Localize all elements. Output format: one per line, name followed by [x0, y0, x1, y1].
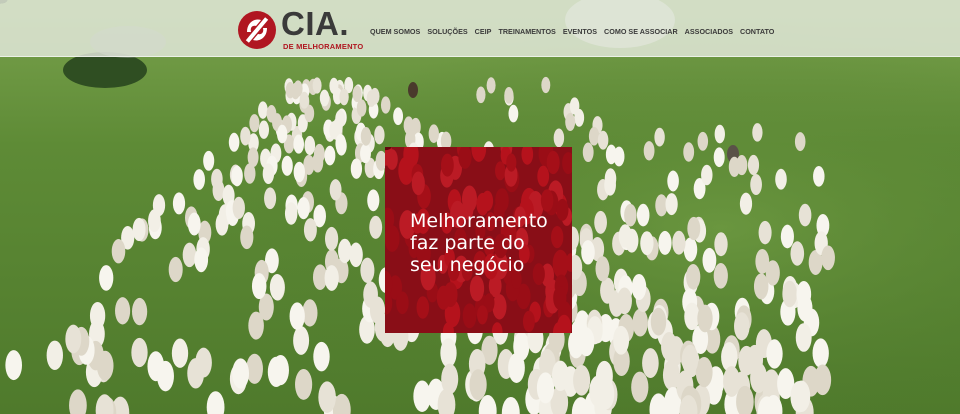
nav-item-ceip[interactable]: CEIP [475, 27, 492, 36]
hero-headline: Melhoramento faz parte do seu negócio [410, 210, 548, 276]
nav-item-treinamentos[interactable]: TREINAMENTOS [498, 27, 555, 36]
page: CIA. DE MELHORAMENTO QUEM SOMOS SOLUÇÕES… [0, 0, 960, 414]
nav-item-solucoes[interactable]: SOLUÇÕES [427, 27, 467, 36]
nav-item-eventos[interactable]: EVENTOS [563, 27, 597, 36]
nav-item-associados[interactable]: ASSOCIADOS [685, 27, 733, 36]
hero-headline-line-3: seu negócio [410, 254, 525, 276]
nav-item-quem-somos[interactable]: QUEM SOMOS [370, 27, 420, 36]
main-nav: QUEM SOMOS SOLUÇÕES CEIP TREINAMENTOS EV… [370, 27, 781, 36]
brand-logo[interactable]: CIA. DE MELHORAMENTO [237, 5, 363, 53]
hero-headline-line-2: faz parte do [410, 232, 525, 254]
hero-promo-box[interactable]: Melhoramento faz parte do seu negócio [385, 147, 572, 333]
nav-item-contato[interactable]: CONTATO [740, 27, 774, 36]
site-header: CIA. DE MELHORAMENTO QUEM SOMOS SOLUÇÕES… [0, 0, 960, 57]
nav-item-como-se-associar[interactable]: COMO SE ASSOCIAR [604, 27, 678, 36]
brand-subtitle: DE MELHORAMENTO [283, 42, 364, 51]
brand-name: CIA. [281, 5, 349, 42]
logo-mark-icon [238, 11, 276, 49]
hero-headline-line-1: Melhoramento [410, 210, 548, 232]
